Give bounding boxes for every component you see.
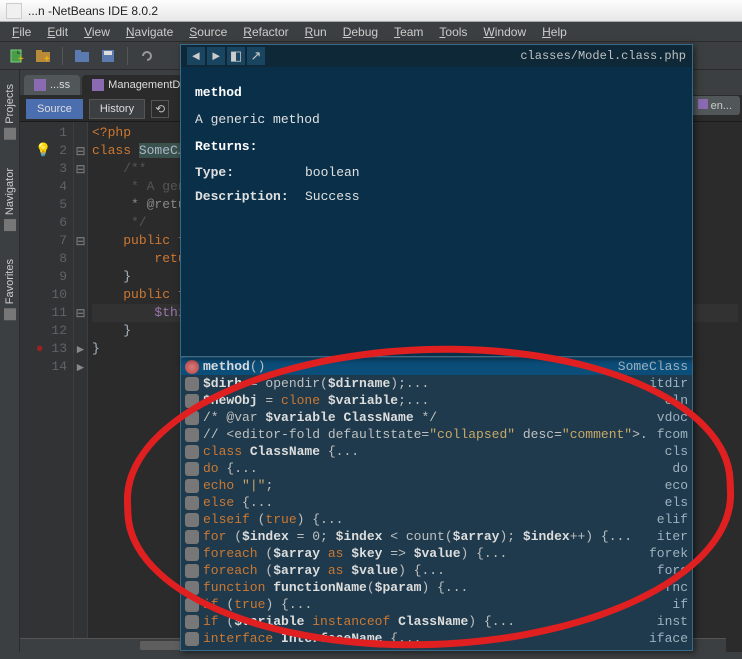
side-tab-projects[interactable]: Projects [2, 80, 18, 144]
tooltip-row-label: Description: [195, 187, 305, 208]
subtab-icon[interactable]: ⟲ [151, 100, 169, 118]
completion-item[interactable]: foreach ($array as $key => $value) {...f… [181, 545, 692, 562]
template-icon [185, 530, 199, 544]
svg-text:+: + [44, 54, 50, 64]
menu-bar: FileEditViewNavigateSourceRefactorRunDeb… [0, 22, 742, 42]
template-icon [185, 496, 199, 510]
fold-gutter[interactable]: ⊟⊟⊟⊟►► [74, 122, 88, 652]
completion-item[interactable]: if (true) {...if [181, 596, 692, 613]
completion-item[interactable]: else {...els [181, 494, 692, 511]
tooltip-summary: A generic method [195, 110, 678, 131]
completion-item[interactable]: // <editor-fold defaultstate="collapsed"… [181, 426, 692, 443]
tooltip-forward-button[interactable]: ► [207, 47, 225, 65]
app-icon [6, 3, 22, 19]
menu-debug[interactable]: Debug [335, 23, 386, 41]
tooltip-title: method [195, 83, 678, 104]
completion-item[interactable]: elseif (true) {...elif [181, 511, 692, 528]
completion-popup[interactable]: method()SomeClass$dirh = opendir($dirnam… [180, 357, 693, 651]
subtab-source[interactable]: Source [26, 99, 83, 119]
new-project-button[interactable]: + [32, 45, 54, 67]
template-icon [185, 462, 199, 476]
template-icon [185, 615, 199, 629]
menu-tools[interactable]: Tools [431, 23, 475, 41]
toolbar-separator [62, 47, 63, 65]
save-all-button[interactable] [97, 45, 119, 67]
side-tab-favorites[interactable]: Favorites [2, 255, 18, 324]
new-file-button[interactable]: + [6, 45, 28, 67]
tooltip-path: classes/Model.class.php [520, 49, 686, 63]
template-icon [185, 428, 199, 442]
tooltip-back-button[interactable]: ◄ [187, 47, 205, 65]
tooltip-nav: ◄ ► ◧ ↗ classes/Model.class.php [181, 45, 692, 67]
subtab-history[interactable]: History [89, 99, 145, 119]
template-icon [185, 445, 199, 459]
menu-view[interactable]: View [76, 23, 118, 41]
open-project-button[interactable] [71, 45, 93, 67]
template-icon [185, 632, 199, 646]
template-icon [185, 598, 199, 612]
menu-team[interactable]: Team [386, 23, 431, 41]
app-title: NetBeans IDE 8.0.2 [52, 4, 158, 18]
toolbar-separator [127, 47, 128, 65]
file-tab[interactable]: ...ss [24, 75, 80, 95]
menu-window[interactable]: Window [475, 23, 534, 41]
tooltip-external-button[interactable]: ↗ [247, 47, 265, 65]
doc-tooltip: ◄ ► ◧ ↗ classes/Model.class.php method A… [180, 44, 693, 357]
template-icon [185, 547, 199, 561]
completion-item[interactable]: $dirh = opendir($dirname);...itdir [181, 375, 692, 392]
menu-refactor[interactable]: Refactor [235, 23, 296, 41]
completion-item[interactable]: for ($index = 0; $index < count($array);… [181, 528, 692, 545]
completion-item[interactable]: interface InterfaceName {...iface [181, 630, 692, 647]
menu-file[interactable]: File [4, 23, 39, 41]
undo-button[interactable] [136, 45, 158, 67]
completion-item[interactable]: function functionName($param) {...fnc [181, 579, 692, 596]
template-icon [185, 479, 199, 493]
file-tab[interactable]: en... [690, 96, 740, 115]
completion-item[interactable]: class ClassName {...cls [181, 443, 692, 460]
svg-text:+: + [18, 54, 24, 64]
template-icon [185, 564, 199, 578]
title-prefix: ...n - [28, 4, 52, 18]
template-icon [185, 394, 199, 408]
completion-item[interactable]: if ($variable instanceof ClassName) {...… [181, 613, 692, 630]
template-icon [185, 411, 199, 425]
method-icon [185, 360, 199, 374]
tooltip-row-value: Success [305, 187, 360, 208]
template-icon [185, 377, 199, 391]
completion-item[interactable]: do {...do [181, 460, 692, 477]
completion-item[interactable]: foreach ($array as $value) {...fore [181, 562, 692, 579]
tooltip-row-value: boolean [305, 163, 360, 184]
menu-source[interactable]: Source [181, 23, 235, 41]
menu-help[interactable]: Help [534, 23, 575, 41]
completion-item[interactable]: /* @var $variable ClassName */vdoc [181, 409, 692, 426]
template-icon [185, 513, 199, 527]
completion-item[interactable]: echo "|";eco [181, 477, 692, 494]
left-tool-window-bar: Projects Navigator Favorites [0, 70, 20, 652]
menu-edit[interactable]: Edit [39, 23, 76, 41]
tooltip-row-label: Type: [195, 163, 305, 184]
template-icon [185, 581, 199, 595]
line-number-gutter: 1💡 23456789101112● 1314 [20, 122, 74, 652]
menu-run[interactable]: Run [297, 23, 335, 41]
side-tab-navigator[interactable]: Navigator [2, 164, 18, 235]
menu-navigate[interactable]: Navigate [118, 23, 181, 41]
completion-item[interactable]: method()SomeClass [181, 358, 692, 375]
tooltip-returns-heading: Returns: [195, 137, 678, 158]
tooltip-window-button[interactable]: ◧ [227, 47, 245, 65]
window-titlebar[interactable]: ...n - NetBeans IDE 8.0.2 [0, 0, 742, 22]
completion-item[interactable]: $newObj = clone $variable;...cln [181, 392, 692, 409]
